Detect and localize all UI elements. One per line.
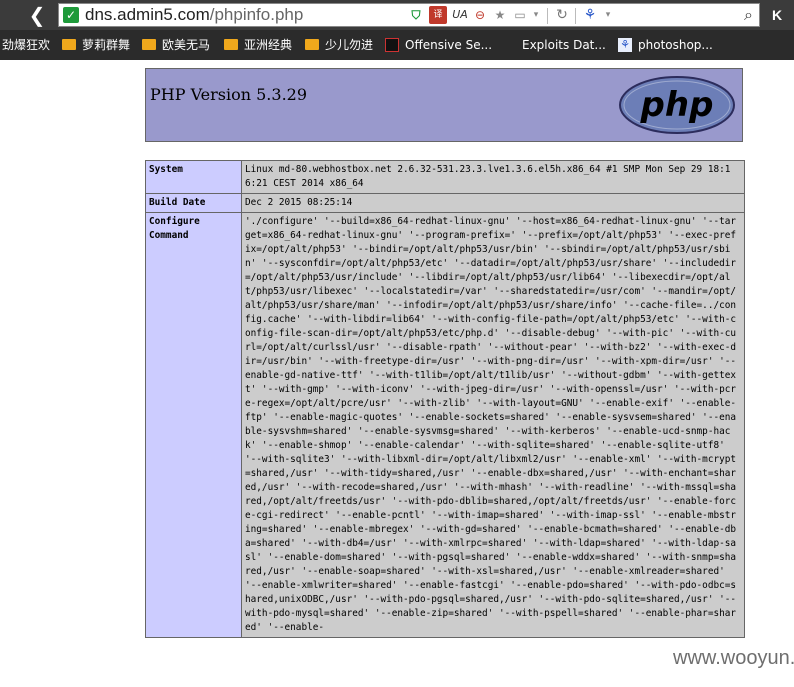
url-path: /phpinfo.php <box>209 5 304 24</box>
url-host: dns.admin5.com <box>85 5 210 24</box>
bookmark-item[interactable]: 劲爆狂欢 <box>2 30 50 60</box>
folder-icon <box>224 39 238 50</box>
bookmark-folder[interactable]: 萝莉群舞 <box>62 30 130 60</box>
bookmark-label: 劲爆狂欢 <box>2 38 51 52</box>
bookmark-label: 萝莉群舞 <box>82 38 131 52</box>
php-logo-icon: php <box>619 76 735 134</box>
table-row: Build Date Dec 2 2015 08:25:14 <box>145 193 745 213</box>
bookmark-folder[interactable]: 亚洲经典 <box>224 30 292 60</box>
bookmark-label: 亚洲经典 <box>244 38 293 52</box>
folder-icon <box>305 39 319 50</box>
user-agent-icon[interactable]: UA <box>451 6 469 24</box>
bookmark-folder[interactable]: 少儿勿进 <box>305 30 373 60</box>
table-row: System Linux md-80.webhostbox.net 2.6.32… <box>145 160 745 194</box>
row-label: System <box>145 160 242 194</box>
k-button[interactable]: K <box>764 3 790 27</box>
bookmark-label: Exploits Dat... <box>522 38 606 52</box>
baidu-paw-icon: ⚘ <box>618 37 632 52</box>
star-icon[interactable]: ★ <box>491 6 509 24</box>
bookmark-label: 欧美无马 <box>162 38 211 52</box>
address-bar[interactable]: ✓ dns.admin5.com/phpinfo.php ⛉ 译 UA ⊖ ★ … <box>58 3 760 27</box>
php-logo-text: php <box>640 85 714 125</box>
bookmark-label: 少儿勿进 <box>325 38 374 52</box>
folder-icon <box>142 39 156 50</box>
page-content: PHP Version 5.3.29 php System Linux md-8… <box>0 60 794 687</box>
divider <box>547 8 548 24</box>
translate-icon[interactable]: 译 <box>429 6 447 24</box>
search-icon[interactable]: ⌕ <box>744 4 753 26</box>
reload-icon[interactable]: ↻ <box>553 6 571 24</box>
blocker-icon[interactable]: ⊖ <box>471 6 489 24</box>
bookmark-item[interactable]: ⚘ photoshop... <box>618 30 713 60</box>
row-label: Configure Command <box>145 212 242 638</box>
chevron-down-icon[interactable]: ▾ <box>527 6 545 24</box>
secure-check-icon: ✓ <box>63 7 79 23</box>
bookmark-item[interactable]: Exploits Dat... <box>522 30 606 60</box>
row-value: Dec 2 2015 08:25:14 <box>241 193 745 213</box>
bookmark-label: photoshop... <box>638 38 713 52</box>
bookmark-folder[interactable]: 欧美无马 <box>142 30 210 60</box>
folder-icon <box>62 39 76 50</box>
row-label: Build Date <box>145 193 242 213</box>
back-arrow-icon[interactable]: ❮ <box>22 2 52 28</box>
offensive-security-icon <box>385 37 399 52</box>
divider <box>575 8 576 24</box>
php-version-title: PHP Version 5.3.29 <box>150 85 308 104</box>
bookmark-item[interactable]: Offensive Se... <box>385 30 492 60</box>
table-row: Configure Command './configure' '--build… <box>145 212 745 638</box>
bookmarks-bar: 劲爆狂欢 萝莉群舞 欧美无马 亚洲经典 少儿勿进 Offensive Se...… <box>0 30 794 60</box>
shield-icon[interactable]: ⛉ <box>407 6 425 24</box>
phpinfo-table: System Linux md-80.webhostbox.net 2.6.32… <box>145 160 745 638</box>
search-input[interactable]: ⌕ <box>579 4 759 26</box>
browser-toolbar: ❮ ✓ dns.admin5.com/phpinfo.php ⛉ 译 UA ⊖ … <box>0 0 794 30</box>
url-text[interactable]: dns.admin5.com/phpinfo.php <box>85 5 303 25</box>
phpinfo-header: PHP Version 5.3.29 php <box>145 68 743 142</box>
watermark: www.wooyun.org <box>673 647 794 669</box>
row-value: Linux md-80.webhostbox.net 2.6.32-531.23… <box>241 160 745 194</box>
row-value: './configure' '--build=x86_64-redhat-lin… <box>241 212 745 638</box>
bookmark-label: Offensive Se... <box>405 38 493 52</box>
